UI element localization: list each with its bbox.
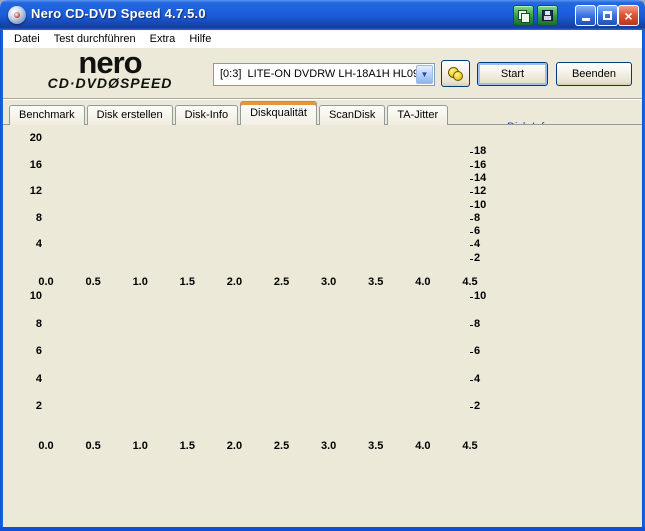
drive-select-value: [0:3] LITE-ON DVDRW LH-18A1H HL09 xyxy=(220,68,420,80)
axis-tick-label: 14 xyxy=(470,172,498,184)
axis-tick-label: 1.0 xyxy=(132,440,148,452)
axis-tick-label: 20 xyxy=(29,132,42,144)
tab-disk-erstellen[interactable]: Disk erstellen xyxy=(86,105,173,125)
axis-tick-label: 6 xyxy=(35,345,42,358)
axis-tick-label: 3.0 xyxy=(321,440,337,452)
tab-bar: Benchmark Disk erstellen Disk-Info Diskq… xyxy=(9,101,450,125)
copy-to-clipboard-button[interactable] xyxy=(513,5,534,26)
chevron-down-icon[interactable]: ▼ xyxy=(416,65,433,84)
logo-speed-text: SPEED xyxy=(119,75,173,91)
logo-cd-dvd-text: CD·DVD xyxy=(47,75,109,91)
window-border-left xyxy=(0,30,3,531)
axis-tick-label: 1.5 xyxy=(179,276,195,288)
maximize-button[interactable] xyxy=(597,5,618,26)
axis-tick-label: 10 xyxy=(470,199,498,211)
nero-logo-wordmark: nero xyxy=(78,45,142,80)
axis-tick-label: 10 xyxy=(29,290,42,302)
axis-tick-label: 4 xyxy=(35,238,42,251)
tab-diskqualitaet[interactable]: Diskqualität xyxy=(240,101,317,125)
tab-page xyxy=(3,124,642,527)
start-button[interactable]: Start xyxy=(477,62,548,86)
axis-tick-label: 8 xyxy=(470,212,498,224)
axis-tick-label: 6 xyxy=(470,225,498,237)
axis-tick-label: 2.0 xyxy=(226,440,243,452)
quit-button[interactable]: Beenden xyxy=(556,62,632,86)
tab-ta-jitter[interactable]: TA-Jitter xyxy=(387,105,449,125)
axis-tick-label: 12 xyxy=(470,185,498,197)
nero-logo-tagline: CD·DVDØSPEED xyxy=(15,76,205,90)
close-icon: × xyxy=(624,7,633,24)
header-divider xyxy=(3,98,642,100)
axis-tick-label: 4.5 xyxy=(462,276,478,288)
drive-options-button[interactable] xyxy=(441,60,470,87)
menu-hilfe[interactable]: Hilfe xyxy=(182,31,218,47)
axis-tick-label: 10 xyxy=(470,290,498,302)
axis-tick-label: 0.0 xyxy=(38,276,54,288)
window-title: Nero CD-DVD Speed 4.7.5.0 xyxy=(31,6,206,21)
copy-icon xyxy=(518,10,530,23)
titlebar: Nero CD-DVD Speed 4.7.5.0 × xyxy=(0,0,645,30)
save-results-button[interactable] xyxy=(537,5,558,26)
axis-tick-label: 6 xyxy=(470,345,498,357)
axis-tick-label: 2.5 xyxy=(273,440,290,452)
axis-tick-label: 2.0 xyxy=(226,276,243,288)
nero-logo: nero CD·DVDØSPEED xyxy=(15,45,205,90)
axis-tick-label: 8 xyxy=(470,318,498,330)
app-window: Nero CD-DVD Speed 4.7.5.0 × Datei Test d… xyxy=(0,0,645,531)
disc-glyph-icon: Ø xyxy=(108,75,120,91)
axis-tick-label: 4.0 xyxy=(415,276,431,288)
tab-benchmark[interactable]: Benchmark xyxy=(9,105,85,125)
tab-disk-info[interactable]: Disk-Info xyxy=(174,105,239,125)
axis-tick-label: 18 xyxy=(470,145,498,157)
menu-datei[interactable]: Datei xyxy=(7,31,47,47)
axis-tick-label: 16 xyxy=(29,158,42,171)
axis-tick-label: 2 xyxy=(35,400,42,413)
axis-tick-label: 8 xyxy=(35,211,42,224)
app-disc-icon xyxy=(8,6,26,24)
axis-tick-label: 12 xyxy=(29,185,42,198)
axis-tick-label: 3.5 xyxy=(368,440,384,452)
axis-tick-label: 3.0 xyxy=(321,276,337,288)
axis-tick-label: 2 xyxy=(470,252,498,264)
axis-tick-label: 3.5 xyxy=(368,276,384,288)
axis-tick-label: 2.5 xyxy=(273,276,290,288)
axis-tick-label: 0.5 xyxy=(85,276,101,288)
axis-tick-label: 16 xyxy=(470,159,498,171)
axis-tick-label: 1.0 xyxy=(132,276,148,288)
minimize-icon xyxy=(581,18,590,21)
window-border-bottom xyxy=(0,527,645,531)
axis-tick-label: 4.0 xyxy=(415,440,431,452)
gears-icon xyxy=(448,67,463,81)
axis-tick-label: 8 xyxy=(35,317,42,330)
maximize-icon xyxy=(603,11,612,20)
axis-tick-label: 2 xyxy=(470,400,498,412)
axis-tick-label: 0.5 xyxy=(85,440,101,452)
drive-select[interactable]: [0:3] LITE-ON DVDRW LH-18A1H HL09 ▼ xyxy=(213,63,435,86)
menu-extra[interactable]: Extra xyxy=(143,31,183,47)
axis-tick-label: 4 xyxy=(35,372,42,385)
axis-tick-label: 4.5 xyxy=(462,440,478,452)
axis-tick-label: 1.5 xyxy=(179,440,195,452)
floppy-save-icon xyxy=(542,10,553,21)
axis-tick-label: 0.0 xyxy=(38,440,54,452)
close-button[interactable]: × xyxy=(618,5,639,26)
axis-tick-label: 4 xyxy=(470,373,498,385)
tab-scandisk[interactable]: ScanDisk xyxy=(318,105,386,125)
minimize-button[interactable] xyxy=(575,5,596,26)
axis-tick-label: 4 xyxy=(470,238,498,250)
